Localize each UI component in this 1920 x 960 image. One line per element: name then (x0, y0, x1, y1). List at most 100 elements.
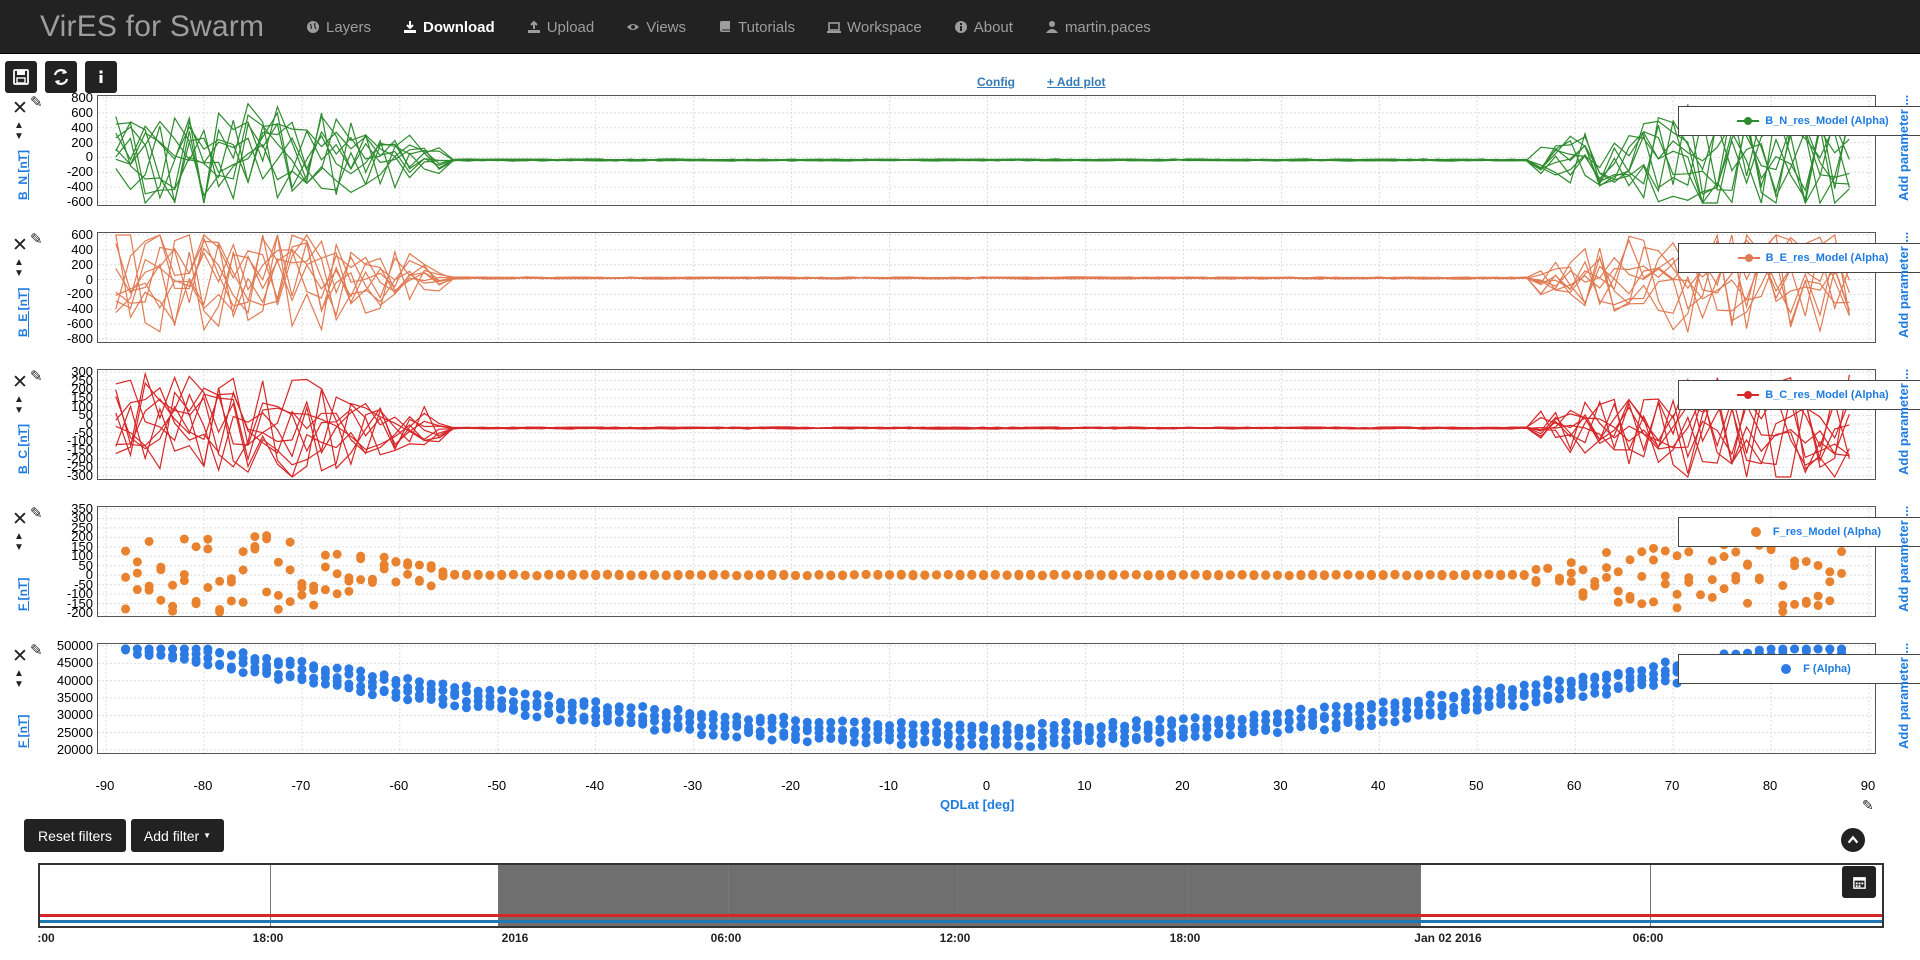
y-axis-label[interactable]: F [nT] (16, 663, 36, 753)
nav-about[interactable]: About (938, 0, 1029, 54)
data-point (1790, 599, 1800, 609)
data-point (144, 585, 154, 595)
legend[interactable]: F_res_Model (Alpha) (1678, 517, 1920, 547)
data-point (1002, 570, 1012, 580)
data-point (1660, 546, 1670, 556)
legend[interactable]: B_C_res_Model (Alpha) (1678, 380, 1920, 410)
data-point (1096, 732, 1106, 742)
y-axis-label[interactable]: F [nT] (16, 526, 36, 616)
y-tick-label: 0 (85, 149, 93, 165)
data-point (955, 720, 965, 730)
data-point (920, 720, 930, 730)
refresh-button[interactable] (45, 61, 77, 93)
y-axis-label[interactable]: B_E [nT] (16, 252, 36, 342)
data-point (273, 604, 283, 614)
plot-area[interactable]: B_C_res_Model (Alpha) (97, 369, 1920, 480)
nav-user[interactable]: martin.paces (1029, 0, 1167, 54)
y-tick-label: 400 (71, 241, 93, 257)
add-filter-button[interactable]: Add filter ▼ (131, 819, 224, 852)
plot-area[interactable]: F (Alpha) (97, 643, 1920, 754)
nav-download[interactable]: Download (387, 0, 511, 54)
legend[interactable]: F (Alpha) (1678, 654, 1920, 684)
info-button[interactable] (85, 61, 117, 93)
add-parameter-button[interactable]: Add parameter ... (1896, 506, 1912, 616)
data-point (1719, 552, 1729, 562)
data-point (1202, 570, 1212, 580)
timeline-tick-label: :00 (37, 931, 55, 945)
add-parameter-button[interactable]: Add parameter ... (1896, 369, 1912, 479)
data-point (1437, 571, 1447, 581)
data-point (544, 570, 554, 580)
data-point (1649, 543, 1659, 553)
timeline-selection[interactable] (498, 865, 1420, 926)
data-point (802, 717, 812, 727)
data-point (649, 704, 659, 714)
config-link[interactable]: Config (977, 75, 1015, 89)
timeline-slider[interactable] (38, 863, 1884, 928)
data-point (1120, 721, 1130, 731)
data-point (1531, 564, 1541, 574)
data-point (1308, 707, 1318, 717)
y-axis-label[interactable]: B_N [nT] (16, 115, 36, 205)
reset-filters-button[interactable]: Reset filters (24, 819, 126, 852)
plot-area[interactable]: B_N_res_Model (Alpha) (97, 95, 1920, 206)
data-point (426, 561, 436, 571)
nav-views[interactable]: Views (610, 0, 702, 54)
brand-title[interactable]: VirES for Swarm (40, 10, 264, 44)
add-plot-link[interactable]: + Add plot (1047, 75, 1106, 89)
data-point (532, 712, 542, 722)
data-point (1437, 700, 1447, 710)
nav-workspace[interactable]: Workspace (811, 0, 938, 54)
data-point (1672, 589, 1682, 599)
add-parameter-button[interactable]: Add parameter ... (1896, 232, 1912, 342)
data-point (508, 687, 518, 697)
data-point (1378, 717, 1388, 727)
y-tick-label: -300 (66, 468, 93, 483)
data-point (1296, 570, 1306, 580)
data-point (1437, 690, 1447, 700)
collapse-button[interactable] (1841, 828, 1865, 852)
save-button[interactable] (5, 61, 37, 93)
data-point (1390, 717, 1400, 727)
data-point (1837, 644, 1847, 654)
data-point (450, 683, 460, 693)
data-point (1425, 690, 1435, 700)
data-point (802, 570, 812, 580)
data-point (1472, 569, 1482, 579)
legend[interactable]: B_N_res_Model (Alpha) (1678, 106, 1920, 136)
data-point (1660, 579, 1670, 589)
y-tick-label: 20000 (56, 742, 93, 757)
y-tick-label: 600 (71, 227, 93, 242)
data-point (367, 672, 377, 682)
legend[interactable]: B_E_res_Model (Alpha) (1678, 243, 1920, 273)
legend-symbol (1737, 252, 1760, 264)
calendar-button[interactable] (1842, 866, 1876, 898)
edit-axis-pencil-icon[interactable]: ✎ (1862, 797, 1874, 814)
data-point (262, 587, 272, 597)
data-point (849, 570, 859, 580)
plot-area[interactable]: F_res_Model (Alpha) (97, 506, 1920, 617)
plot-canvas (98, 644, 1875, 753)
y-axis-label[interactable]: B_C [nT] (16, 389, 36, 479)
data-point (156, 562, 166, 572)
data-point (826, 717, 836, 727)
x-tick-label: -70 (291, 778, 311, 793)
data-point (708, 710, 718, 720)
data-point (1649, 597, 1659, 607)
data-point (1402, 570, 1412, 580)
plot-area[interactable]: B_E_res_Model (Alpha) (97, 232, 1920, 343)
nav-layers[interactable]: Layers (290, 0, 387, 54)
x-axis-label[interactable]: QDLat [deg] (940, 797, 1014, 812)
nav-upload[interactable]: Upload (511, 0, 611, 54)
data-point (1519, 571, 1529, 581)
data-point (285, 656, 295, 666)
add-parameter-button[interactable]: Add parameter ... (1896, 643, 1912, 753)
data-point (1026, 724, 1036, 734)
nav-tutorials[interactable]: Tutorials (702, 0, 811, 54)
add-parameter-label: Add parameter ... (1896, 94, 1911, 201)
add-parameter-button[interactable]: Add parameter ... (1896, 95, 1912, 205)
data-point (661, 571, 671, 581)
timeline-grid-line (1187, 865, 1188, 926)
x-tick-label: -50 (487, 778, 507, 793)
data-point (1049, 570, 1059, 580)
